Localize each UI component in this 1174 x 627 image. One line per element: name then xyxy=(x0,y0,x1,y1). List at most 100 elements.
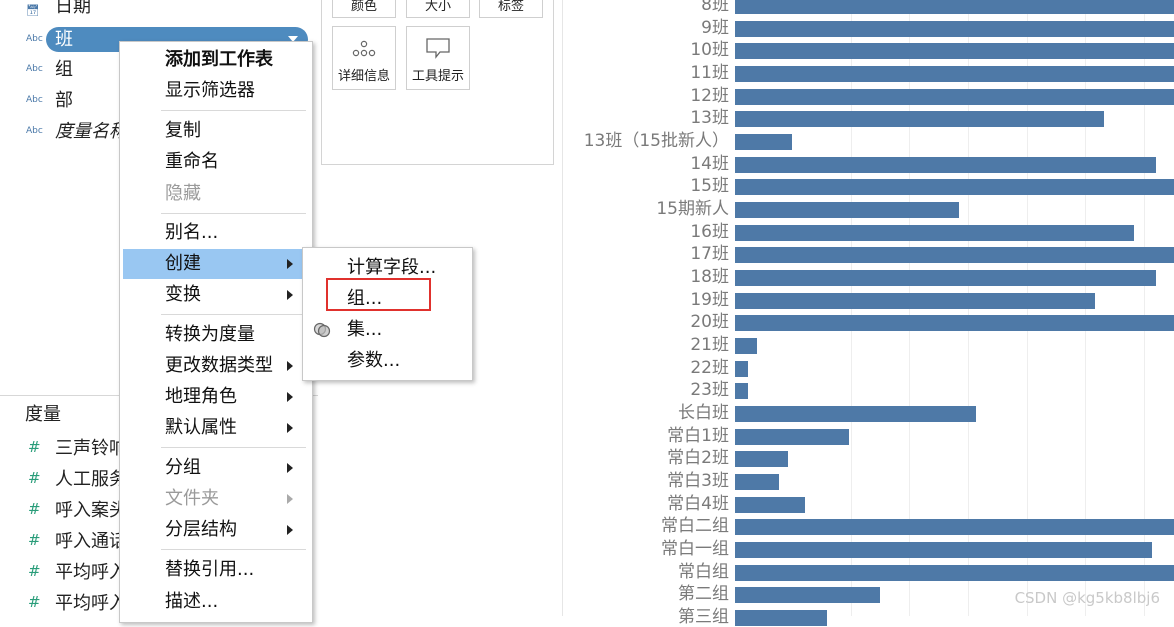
field-label: 日期 xyxy=(55,0,91,17)
menu-item-change-data-type[interactable]: 更改数据类型 xyxy=(120,351,312,381)
number-type-icon: # xyxy=(28,500,41,518)
bar[interactable] xyxy=(735,451,788,468)
category-label: 12班 xyxy=(690,85,729,106)
menu-item-create[interactable]: 创建 xyxy=(123,249,309,279)
bar[interactable] xyxy=(735,202,959,219)
category-label: 常白组 xyxy=(678,561,729,582)
bar[interactable] xyxy=(735,156,1157,173)
bar[interactable] xyxy=(735,338,757,355)
submenu-arrow-icon xyxy=(287,392,293,402)
calendar-icon: 📅︎ xyxy=(26,4,40,17)
menu-item-aliases[interactable]: 别名... xyxy=(120,218,312,248)
category-label: 常白3班 xyxy=(667,471,729,492)
bar[interactable] xyxy=(735,134,793,151)
menu-item-label: 分层结构 xyxy=(165,519,237,540)
menu-item-describe[interactable]: 描述... xyxy=(120,587,312,617)
menu-item-add-to-sheet[interactable]: 添加到工作表 xyxy=(120,45,312,75)
menu-item-convert-to-measure[interactable]: 转换为度量 xyxy=(120,320,312,350)
submenu-item-set[interactable]: 集... xyxy=(303,315,472,345)
number-type-icon: # xyxy=(28,531,41,549)
menu-item-label: 添加到工作表 xyxy=(165,49,273,70)
category-label: 常白2班 xyxy=(667,448,729,469)
bar[interactable] xyxy=(735,20,1174,37)
tooltip-button[interactable]: 工具提示 xyxy=(406,26,470,90)
size-button[interactable]: 大小 xyxy=(406,0,470,18)
bar-chart: 8班 9班 10班 11班 12班 13班 13班（15批新人） 14班 15班 15期新人 16班… xyxy=(563,0,1174,627)
bar[interactable] xyxy=(735,292,1095,309)
menu-item-rename[interactable]: 重命名 xyxy=(120,147,312,177)
bar[interactable] xyxy=(735,179,1174,196)
category-label: 15班 xyxy=(690,176,729,197)
field-label: 班 xyxy=(55,29,73,50)
submenu-arrow-icon xyxy=(287,525,293,535)
bar[interactable] xyxy=(735,270,1157,287)
field-label: 平均呼入 xyxy=(55,593,127,614)
category-label: 11班 xyxy=(690,63,729,83)
bar[interactable] xyxy=(735,496,806,513)
bar[interactable] xyxy=(735,111,1104,128)
category-label: 13班 xyxy=(690,108,729,129)
category-label: 9班 xyxy=(701,17,729,38)
bar[interactable] xyxy=(735,406,977,423)
field-label: 呼入通话 xyxy=(55,531,127,552)
bar[interactable] xyxy=(735,564,1174,581)
bar[interactable] xyxy=(735,88,1174,105)
field-label: 三声铃响 xyxy=(55,438,127,459)
menu-item-label: 更改数据类型 xyxy=(165,355,273,376)
category-label: 常白二组 xyxy=(661,516,729,537)
menu-item-default-properties[interactable]: 默认属性 xyxy=(120,413,312,443)
menu-separator xyxy=(161,549,306,550)
number-type-icon: # xyxy=(28,593,41,611)
menu-item-hierarchy[interactable]: 分层结构 xyxy=(120,515,312,545)
menu-separator xyxy=(161,314,306,315)
submenu-arrow-icon xyxy=(287,361,293,371)
menu-item-show-filter[interactable]: 显示筛选器 xyxy=(120,76,312,106)
category-label: 常白4班 xyxy=(667,493,729,514)
submenu-arrow-icon xyxy=(287,290,293,300)
abc-type-icon: Abc xyxy=(26,95,43,105)
menu-item-label: 转换为度量 xyxy=(165,324,255,345)
bar[interactable] xyxy=(735,519,1174,536)
field-label: 人工服务 xyxy=(55,469,127,490)
bar[interactable] xyxy=(735,43,1174,60)
number-type-icon: # xyxy=(28,438,41,456)
menu-item-replace-references[interactable]: 替换引用... xyxy=(120,555,312,585)
color-button[interactable]: 颜色 xyxy=(332,0,396,18)
submenu-item-label: 参数... xyxy=(347,350,401,371)
abc-type-icon: Abc xyxy=(26,34,43,44)
bar[interactable] xyxy=(735,315,1174,332)
bar[interactable] xyxy=(735,383,749,400)
bar[interactable] xyxy=(735,360,749,377)
bar[interactable] xyxy=(735,247,1174,264)
label-button[interactable]: 标签 xyxy=(479,0,543,18)
dimension-field-date[interactable]: 📅︎ 日期 xyxy=(0,0,318,20)
tooltip-bubble-icon xyxy=(426,38,450,59)
bar[interactable] xyxy=(735,224,1135,241)
category-label: 长白班 xyxy=(678,403,729,424)
bar[interactable] xyxy=(735,0,1174,14)
category-label: 18班 xyxy=(690,267,729,288)
menu-item-transform[interactable]: 变换 xyxy=(120,280,312,310)
submenu-arrow-icon xyxy=(287,259,293,269)
category-label: 14班 xyxy=(690,153,729,174)
detail-button[interactable]: 详细信息 xyxy=(332,26,396,90)
menu-item-group[interactable]: 分组 xyxy=(120,453,312,483)
submenu-arrow-icon xyxy=(287,423,293,433)
watermark: CSDN @kg5kb8lbj6 xyxy=(1014,589,1160,607)
menu-item-copy[interactable]: 复制 xyxy=(120,116,312,146)
category-label: 常白一组 xyxy=(661,539,729,560)
bar[interactable] xyxy=(735,587,880,604)
menu-item-geographic-role[interactable]: 地理角色 xyxy=(120,382,312,412)
menu-item-label: 变换 xyxy=(165,284,201,305)
submenu-item-parameter[interactable]: 参数... xyxy=(303,346,472,376)
create-submenu: 计算字段... 组... 集... 参数... xyxy=(302,247,473,381)
menu-separator xyxy=(161,110,306,111)
bar[interactable] xyxy=(735,428,850,445)
bar[interactable] xyxy=(735,610,828,627)
bar[interactable] xyxy=(735,542,1153,559)
bar[interactable] xyxy=(735,474,779,491)
menu-item-label: 重命名 xyxy=(165,151,219,172)
bar[interactable] xyxy=(735,66,1174,82)
menu-item-label: 默认属性 xyxy=(165,417,237,438)
field-label: 部 xyxy=(55,90,73,111)
